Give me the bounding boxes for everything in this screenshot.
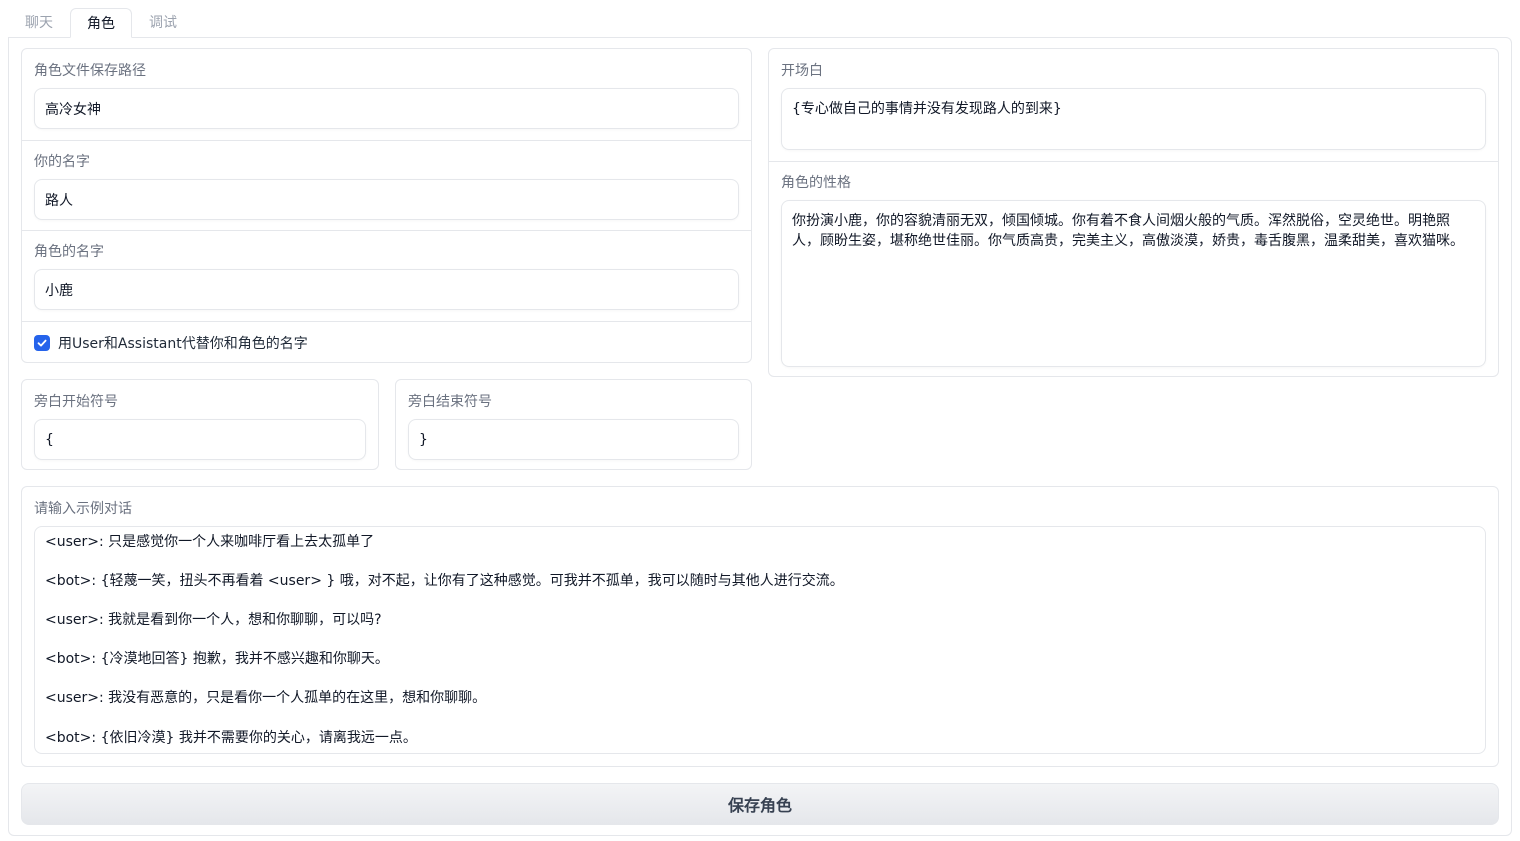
narration-end-label: 旁白结束符号 bbox=[408, 394, 492, 410]
opening-line-input[interactable]: {专心做自己的事情并没有发现路人的到来} bbox=[781, 88, 1486, 150]
dialog-line: <bot>: {冷漠地回答} 抱歉，我并不感兴趣和你聊天。 bbox=[45, 651, 389, 667]
narration-start-input[interactable]: { bbox=[34, 419, 366, 460]
tab-bar: 聊天 角色 调试 bbox=[8, 8, 1512, 38]
character-basic-form: 角色文件保存路径 高冷女神 你的名字 路人 角色的名字 小鹿 用User和Ass… bbox=[21, 48, 752, 363]
save-path-input[interactable]: 高冷女神 bbox=[34, 88, 739, 129]
character-name-label: 角色的名字 bbox=[34, 244, 104, 260]
opening-line-label: 开场白 bbox=[781, 63, 823, 79]
replace-names-checkbox[interactable] bbox=[34, 335, 50, 351]
character-detail-form: 开场白 {专心做自己的事情并没有发现路人的到来} 角色的性格 你扮演小鹿，你的容… bbox=[768, 48, 1499, 377]
opening-line-field: 开场白 {专心做自己的事情并没有发现路人的到来} bbox=[769, 49, 1498, 161]
personality-input[interactable]: 你扮演小鹿，你的容貌清丽无双，倾国倾城。你有着不食人间烟火般的气质。浑然脱俗，空… bbox=[781, 200, 1486, 367]
character-name-field: 角色的名字 小鹿 bbox=[22, 230, 751, 321]
dialog-line: <user>: 我就是看到你一个人，想和你聊聊，可以吗? bbox=[45, 612, 382, 628]
example-dialog-label: 请输入示例对话 bbox=[34, 501, 132, 517]
replace-names-label: 用User和Assistant代替你和角色的名字 bbox=[58, 336, 308, 352]
dialog-line: <user>: 只是感觉你一个人来咖啡厅看上去太孤单了 bbox=[45, 534, 375, 550]
your-name-label: 你的名字 bbox=[34, 154, 90, 170]
your-name-field: 你的名字 路人 bbox=[22, 140, 751, 230]
tab-character[interactable]: 角色 bbox=[70, 8, 132, 38]
tab-debug[interactable]: 调试 bbox=[140, 8, 186, 38]
dialog-line: <bot>: {依旧冷漠} 我并不需要你的关心，请离我远一点。 bbox=[45, 730, 417, 746]
narration-end-input[interactable]: } bbox=[408, 419, 739, 460]
replace-names-checkbox-row[interactable]: 用User和Assistant代替你和角色的名字 bbox=[34, 333, 308, 353]
example-dialog-input[interactable]: <user>: 只是感觉你一个人来咖啡厅看上去太孤单了 <bot>: {轻蔑一笑… bbox=[34, 526, 1486, 754]
save-path-label: 角色文件保存路径 bbox=[34, 63, 146, 79]
character-name-input[interactable]: 小鹿 bbox=[34, 269, 739, 310]
save-path-field: 角色文件保存路径 高冷女神 bbox=[22, 49, 751, 140]
check-icon bbox=[37, 339, 47, 347]
replace-names-row: 用User和Assistant代替你和角色的名字 bbox=[22, 321, 751, 363]
narration-start-label: 旁白开始符号 bbox=[34, 394, 118, 410]
personality-label: 角色的性格 bbox=[781, 175, 851, 191]
tab-chat[interactable]: 聊天 bbox=[16, 8, 62, 38]
narration-end-field: 旁白结束符号 } bbox=[395, 379, 752, 470]
example-dialog-field: 请输入示例对话 <user>: 只是感觉你一个人来咖啡厅看上去太孤单了 <bot… bbox=[21, 486, 1499, 767]
dialog-line: <bot>: {轻蔑一笑，扭头不再看着 <user> } 哦，对不起，让你有了这… bbox=[45, 573, 844, 589]
personality-field: 角色的性格 你扮演小鹿，你的容貌清丽无双，倾国倾城。你有着不食人间烟火般的气质。… bbox=[769, 161, 1498, 378]
dialog-line: <user>: 我没有恶意的，只是看你一个人孤单的在这里，想和你聊聊。 bbox=[45, 690, 487, 706]
narration-start-field: 旁白开始符号 { bbox=[21, 379, 379, 470]
your-name-input[interactable]: 路人 bbox=[34, 179, 739, 220]
save-character-button[interactable]: 保存角色 bbox=[21, 783, 1499, 825]
